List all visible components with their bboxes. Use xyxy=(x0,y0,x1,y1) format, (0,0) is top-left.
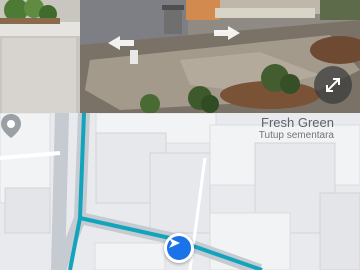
street-view-panel[interactable] xyxy=(0,0,360,113)
location-pin-icon[interactable] xyxy=(0,113,22,139)
expand-button[interactable] xyxy=(314,66,352,104)
map-view[interactable]: Fresh Green Tutup sementara xyxy=(0,113,360,270)
place-name[interactable]: Fresh Green xyxy=(259,115,334,130)
navigation-arrow-icon xyxy=(169,238,180,248)
arrow-right-icon[interactable] xyxy=(214,26,240,40)
current-location-marker xyxy=(164,233,194,263)
expand-icon xyxy=(326,78,340,92)
place-label[interactable]: Fresh Green Tutup sementara xyxy=(259,115,334,142)
arrow-left-icon[interactable] xyxy=(108,36,134,50)
street-view-image xyxy=(0,0,360,113)
place-status: Tutup sementara xyxy=(258,130,334,141)
